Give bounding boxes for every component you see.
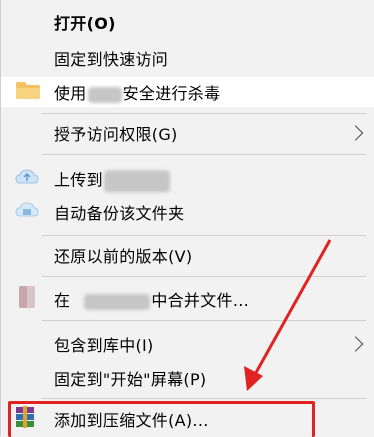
menu-separator bbox=[42, 154, 366, 155]
menu-item-open[interactable]: 打开(O) bbox=[1, 5, 374, 39]
menu-item-antivirus-scan[interactable]: 使用 安全进行杀毒 bbox=[1, 75, 374, 109]
menu-item-antivirus-scan-label: 使用 安全进行杀毒 bbox=[54, 80, 220, 104]
menu-item-restore-versions-label: 还原以前的版本(V) bbox=[54, 247, 193, 266]
scan-suffix-text: 安全进行杀毒 bbox=[122, 84, 221, 103]
menu-separator bbox=[42, 235, 366, 236]
menu-item-pin-start-label: 固定到"开始"屏幕(P) bbox=[54, 370, 207, 389]
menu-separator bbox=[42, 276, 366, 277]
merge-prefix-text: 在 bbox=[54, 291, 71, 310]
menu-separator bbox=[42, 320, 366, 321]
menu-item-grant-access[interactable]: 授予访问权限(G) bbox=[1, 116, 374, 150]
folder-icon bbox=[15, 80, 41, 104]
menu-item-grant-access-label: 授予访问权限(G) bbox=[54, 125, 178, 144]
menu-item-pin-start[interactable]: 固定到"开始"屏幕(P) bbox=[1, 361, 374, 395]
context-menu: 打开(O) 固定到快速访问 使用 安全进行杀毒 授予访问权限(G) 上传到 自动… bbox=[0, 0, 374, 437]
menu-item-auto-backup-label: 自动备份该文件夹 bbox=[54, 204, 185, 223]
menu-item-restore-versions[interactable]: 还原以前的版本(V) bbox=[1, 238, 374, 272]
document-icon bbox=[15, 285, 39, 313]
scan-prefix-text: 使用 bbox=[54, 84, 87, 103]
menu-item-upload[interactable]: 上传到 bbox=[1, 162, 374, 196]
cloud-upload-icon bbox=[15, 167, 39, 191]
menu-item-merge-files-label: 在 中合并文件... bbox=[54, 287, 249, 311]
menu-item-auto-backup[interactable]: 自动备份该文件夹 bbox=[1, 195, 374, 229]
menu-item-include-library[interactable]: 包含到库中(I) bbox=[1, 327, 374, 361]
menu-item-merge-files[interactable]: 在 中合并文件... bbox=[1, 282, 374, 316]
annotation-highlight-box bbox=[8, 401, 315, 437]
chevron-right-icon bbox=[347, 125, 364, 141]
chevron-right-icon bbox=[347, 336, 364, 352]
merge-suffix-text: 中合并文件... bbox=[151, 291, 249, 310]
menu-item-include-library-label: 包含到库中(I) bbox=[54, 336, 154, 355]
menu-item-upload-label: 上传到 bbox=[54, 166, 171, 192]
menu-separator bbox=[42, 398, 366, 399]
upload-prefix-text: 上传到 bbox=[54, 170, 103, 190]
menu-item-pin-quick-access[interactable]: 固定到快速访问 bbox=[1, 41, 374, 75]
menu-item-open-label: 打开(O) bbox=[54, 14, 116, 33]
menu-item-pin-quick-access-label: 固定到快速访问 bbox=[54, 50, 169, 69]
cloud-backup-icon bbox=[15, 200, 39, 224]
redacted-product-name bbox=[87, 86, 122, 103]
menu-separator bbox=[42, 113, 366, 114]
redacted-app-name bbox=[84, 293, 151, 310]
redacted-service-name bbox=[103, 169, 170, 192]
